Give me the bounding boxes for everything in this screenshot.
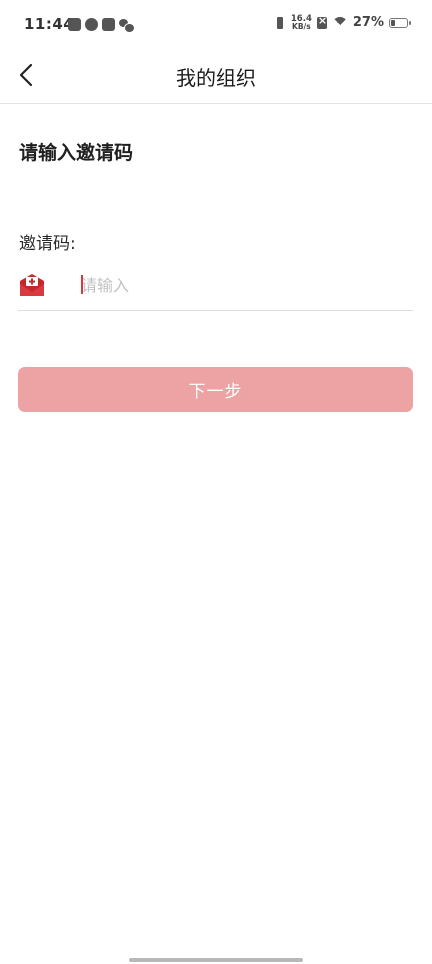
system-status: 16.4 KB/s 27% bbox=[274, 14, 411, 31]
check-shield-icon bbox=[85, 18, 98, 31]
battery-icon bbox=[389, 17, 411, 28]
wifi-icon bbox=[331, 16, 348, 29]
home-indicator[interactable] bbox=[129, 958, 303, 962]
vibrate-icon bbox=[274, 16, 286, 30]
mail-icon bbox=[68, 18, 81, 31]
status-time: 11:44 bbox=[24, 15, 75, 33]
status-bar: 11:44 16.4 KB/s 27% bbox=[0, 0, 432, 50]
invite-code-heading: 请输入邀请码 bbox=[19, 142, 134, 164]
no-sim-icon bbox=[316, 14, 327, 29]
network-speed-unit: KB/s bbox=[292, 21, 311, 31]
page-title: 我的组织 bbox=[176, 66, 256, 90]
battery-level-fill bbox=[391, 19, 395, 26]
invite-code-row bbox=[18, 264, 413, 311]
title-bar: 我的组织 bbox=[0, 50, 432, 104]
invite-code-input[interactable] bbox=[81, 270, 401, 300]
wechat-icon bbox=[119, 18, 135, 33]
invite-code-label: 邀请码: bbox=[19, 234, 76, 254]
network-speed: 16.4 KB/s bbox=[291, 14, 312, 31]
text-cursor bbox=[81, 275, 83, 294]
message-icon bbox=[102, 18, 115, 31]
next-step-button[interactable]: 下一步 bbox=[18, 367, 413, 412]
notification-icons bbox=[68, 18, 135, 33]
battery-percent: 27% bbox=[352, 15, 384, 30]
envelope-plus-icon bbox=[20, 274, 44, 296]
